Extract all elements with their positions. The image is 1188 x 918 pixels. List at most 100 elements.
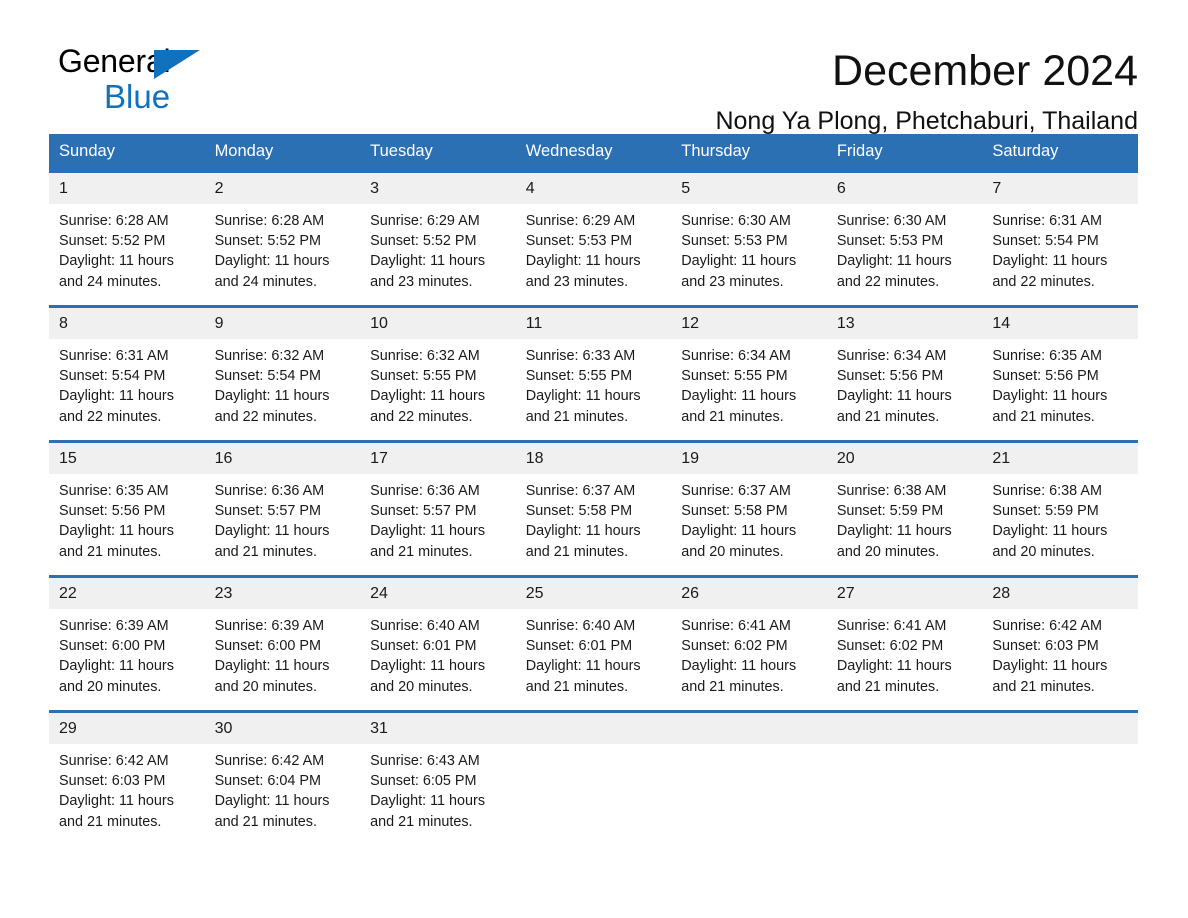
sunrise-text: Sunrise: 6:34 AM <box>836 348 947 364</box>
sunset-text: Sunset: 5:52 PM <box>59 233 166 250</box>
daylight-text-line2: and 21 minutes. <box>992 408 1095 425</box>
daylight-text-line2: and 21 minutes. <box>370 543 473 560</box>
day-details: Sunrise: 6:40 AM Sunset: 6:01 PM Daylight:… <box>360 609 516 697</box>
column-header-monday: Monday <box>204 134 361 172</box>
day-number: 21 <box>982 443 1138 474</box>
daylight-text-line1: Daylight: 11 hours <box>525 388 641 405</box>
sunset-text: Sunset: 6:00 PM <box>214 638 321 655</box>
day-number: 31 <box>360 713 516 744</box>
daylight-text-line1: Daylight: 11 hours <box>59 523 174 540</box>
sunrise-text: Sunrise: 6:28 AM <box>214 213 325 229</box>
daylight-text-line1: Daylight: 11 hours <box>59 793 174 810</box>
generalblue-logo[interactable]: General Blue <box>58 44 258 116</box>
day-cell[interactable]: 3 Sunrise: 6:29 AM Sunset: 5:52 PM Daylight… <box>360 170 516 307</box>
sunset-text: Sunset: 5:57 PM <box>370 503 477 520</box>
day-details: Sunrise: 6:29 AM Sunset: 5:52 PM Daylight:… <box>360 204 516 292</box>
daylight-text-line1: Daylight: 11 hours <box>836 523 952 540</box>
day-cell[interactable]: 15 Sunrise: 6:35 AM Sunset: 5:56 PM Dayligh… <box>49 440 205 577</box>
day-cell[interactable]: 4 Sunrise: 6:29 AM Sunset: 5:53 PM Daylight… <box>515 170 672 307</box>
day-cell[interactable]: 12 Sunrise: 6:34 AM Sunset: 5:55 PM Dayligh… <box>671 305 827 442</box>
daylight-text-line1: Daylight: 11 hours <box>836 388 952 405</box>
day-details: Sunrise: 6:39 AM Sunset: 6:00 PM Daylight:… <box>49 609 205 697</box>
sunset-text: Sunset: 5:52 PM <box>214 233 321 250</box>
day-details: Sunrise: 6:32 AM Sunset: 5:54 PM Daylight:… <box>205 339 361 427</box>
day-cell[interactable]: 31 Sunrise: 6:43 AM Sunset: 6:05 PM Dayligh… <box>360 710 516 847</box>
day-cell[interactable]: 17 Sunrise: 6:36 AM Sunset: 5:57 PM Dayligh… <box>360 440 516 577</box>
day-cell[interactable]: 28 Sunrise: 6:42 AM Sunset: 6:03 PM Dayligh… <box>982 575 1138 712</box>
day-cell[interactable]: 11 Sunrise: 6:33 AM Sunset: 5:55 PM Dayligh… <box>515 305 672 442</box>
calendar-week-row: 8 Sunrise: 6:31 AM Sunset: 5:54 PM Daylight… <box>49 305 1138 442</box>
day-number: 20 <box>826 443 983 474</box>
day-details: Sunrise: 6:32 AM Sunset: 5:55 PM Daylight:… <box>360 339 516 427</box>
daylight-text-line1: Daylight: 11 hours <box>681 253 797 270</box>
day-details: Sunrise: 6:43 AM Sunset: 6:05 PM Daylight:… <box>360 744 516 832</box>
sunset-text: Sunset: 5:52 PM <box>370 233 477 250</box>
day-details: Sunrise: 6:38 AM Sunset: 5:59 PM Daylight:… <box>827 474 983 562</box>
daylight-text-line1: Daylight: 11 hours <box>836 253 952 270</box>
daylight-text-line2: and 21 minutes. <box>214 813 317 830</box>
sunrise-text: Sunrise: 6:33 AM <box>525 348 636 364</box>
day-number: 5 <box>671 173 827 204</box>
day-cell[interactable]: 2 Sunrise: 6:28 AM Sunset: 5:52 PM Daylight… <box>204 170 361 307</box>
daylight-text-line2: and 21 minutes. <box>836 678 940 695</box>
daylight-text-line2: and 23 minutes. <box>525 273 629 290</box>
day-cell[interactable]: 9 Sunrise: 6:32 AM Sunset: 5:54 PM Daylight… <box>204 305 361 442</box>
day-cell[interactable]: 26 Sunrise: 6:41 AM Sunset: 6:02 PM Dayligh… <box>671 575 827 712</box>
column-header-sunday: Sunday <box>49 134 205 172</box>
day-cell[interactable]: 14 Sunrise: 6:35 AM Sunset: 5:56 PM Dayligh… <box>982 305 1138 442</box>
day-number: 13 <box>826 308 983 339</box>
day-cell[interactable]: 25 Sunrise: 6:40 AM Sunset: 6:01 PM Dayligh… <box>515 575 672 712</box>
daylight-text-line2: and 21 minutes. <box>836 408 940 425</box>
sunset-text: Sunset: 6:01 PM <box>525 638 633 655</box>
sunrise-text: Sunrise: 6:38 AM <box>992 483 1102 499</box>
sunrise-text: Sunrise: 6:32 AM <box>370 348 480 364</box>
day-number: 3 <box>360 173 516 204</box>
day-details: Sunrise: 6:42 AM Sunset: 6:03 PM Daylight:… <box>49 744 205 832</box>
day-cell[interactable]: 29 Sunrise: 6:42 AM Sunset: 6:03 PM Dayligh… <box>49 710 205 847</box>
day-cell[interactable]: 22 Sunrise: 6:39 AM Sunset: 6:00 PM Dayligh… <box>49 575 205 712</box>
day-cell[interactable]: 21 Sunrise: 6:38 AM Sunset: 5:59 PM Dayligh… <box>982 440 1138 577</box>
sunset-text: Sunset: 6:03 PM <box>992 638 1099 655</box>
sunrise-text: Sunrise: 6:37 AM <box>525 483 636 499</box>
day-details: Sunrise: 6:42 AM Sunset: 6:03 PM Daylight:… <box>982 609 1138 697</box>
daylight-text-line2: and 20 minutes. <box>992 543 1095 560</box>
sunset-text: Sunset: 5:58 PM <box>525 503 633 520</box>
day-cell-empty <box>515 710 672 847</box>
day-number: 24 <box>360 578 516 609</box>
day-cell[interactable]: 24 Sunrise: 6:40 AM Sunset: 6:01 PM Dayligh… <box>360 575 516 712</box>
daylight-text-line2: and 22 minutes. <box>992 273 1095 290</box>
day-cell[interactable]: 19 Sunrise: 6:37 AM Sunset: 5:58 PM Dayligh… <box>671 440 827 577</box>
calendar-body: 1 Sunrise: 6:28 AM Sunset: 5:52 PM Daylight… <box>49 170 1138 847</box>
daylight-text-line2: and 22 minutes. <box>836 273 940 290</box>
calendar-page: General Blue December 2024 Nong Ya Plong… <box>0 0 1188 918</box>
day-cell[interactable]: 7 Sunrise: 6:31 AM Sunset: 5:54 PM Daylight… <box>982 170 1138 307</box>
daylight-text-line2: and 21 minutes. <box>525 408 629 425</box>
day-cell[interactable]: 5 Sunrise: 6:30 AM Sunset: 5:53 PM Daylight… <box>671 170 827 307</box>
day-cell[interactable]: 30 Sunrise: 6:42 AM Sunset: 6:04 PM Dayligh… <box>204 710 361 847</box>
daylight-text-line1: Daylight: 11 hours <box>681 388 797 405</box>
day-cell[interactable]: 6 Sunrise: 6:30 AM Sunset: 5:53 PM Daylight… <box>826 170 983 307</box>
day-number: 23 <box>204 578 361 609</box>
daylight-text-line2: and 20 minutes. <box>681 543 784 560</box>
sunset-text: Sunset: 5:59 PM <box>836 503 944 520</box>
day-cell[interactable]: 8 Sunrise: 6:31 AM Sunset: 5:54 PM Daylight… <box>49 305 205 442</box>
daylight-text-line1: Daylight: 11 hours <box>370 253 486 270</box>
day-cell[interactable]: 10 Sunrise: 6:32 AM Sunset: 5:55 PM Dayligh… <box>360 305 516 442</box>
day-number: 4 <box>515 173 672 204</box>
daylight-text-line2: and 22 minutes. <box>214 408 317 425</box>
day-cell[interactable]: 18 Sunrise: 6:37 AM Sunset: 5:58 PM Dayligh… <box>515 440 672 577</box>
day-number: 26 <box>671 578 827 609</box>
day-cell[interactable]: 1 Sunrise: 6:28 AM Sunset: 5:52 PM Daylight… <box>49 170 205 307</box>
sunrise-text: Sunrise: 6:35 AM <box>992 348 1102 364</box>
day-cell[interactable]: 13 Sunrise: 6:34 AM Sunset: 5:56 PM Dayligh… <box>826 305 983 442</box>
day-number: 6 <box>826 173 983 204</box>
day-number: 2 <box>204 173 361 204</box>
day-cell[interactable]: 27 Sunrise: 6:41 AM Sunset: 6:02 PM Dayligh… <box>826 575 983 712</box>
day-number: 18 <box>515 443 672 474</box>
day-cell[interactable]: 23 Sunrise: 6:39 AM Sunset: 6:00 PM Dayligh… <box>204 575 361 712</box>
day-cell[interactable]: 16 Sunrise: 6:36 AM Sunset: 5:57 PM Dayligh… <box>204 440 361 577</box>
sunrise-text: Sunrise: 6:35 AM <box>59 483 169 499</box>
day-details: Sunrise: 6:41 AM Sunset: 6:02 PM Daylight:… <box>671 609 827 697</box>
daylight-text-line2: and 23 minutes. <box>370 273 473 290</box>
day-cell[interactable]: 20 Sunrise: 6:38 AM Sunset: 5:59 PM Dayligh… <box>826 440 983 577</box>
